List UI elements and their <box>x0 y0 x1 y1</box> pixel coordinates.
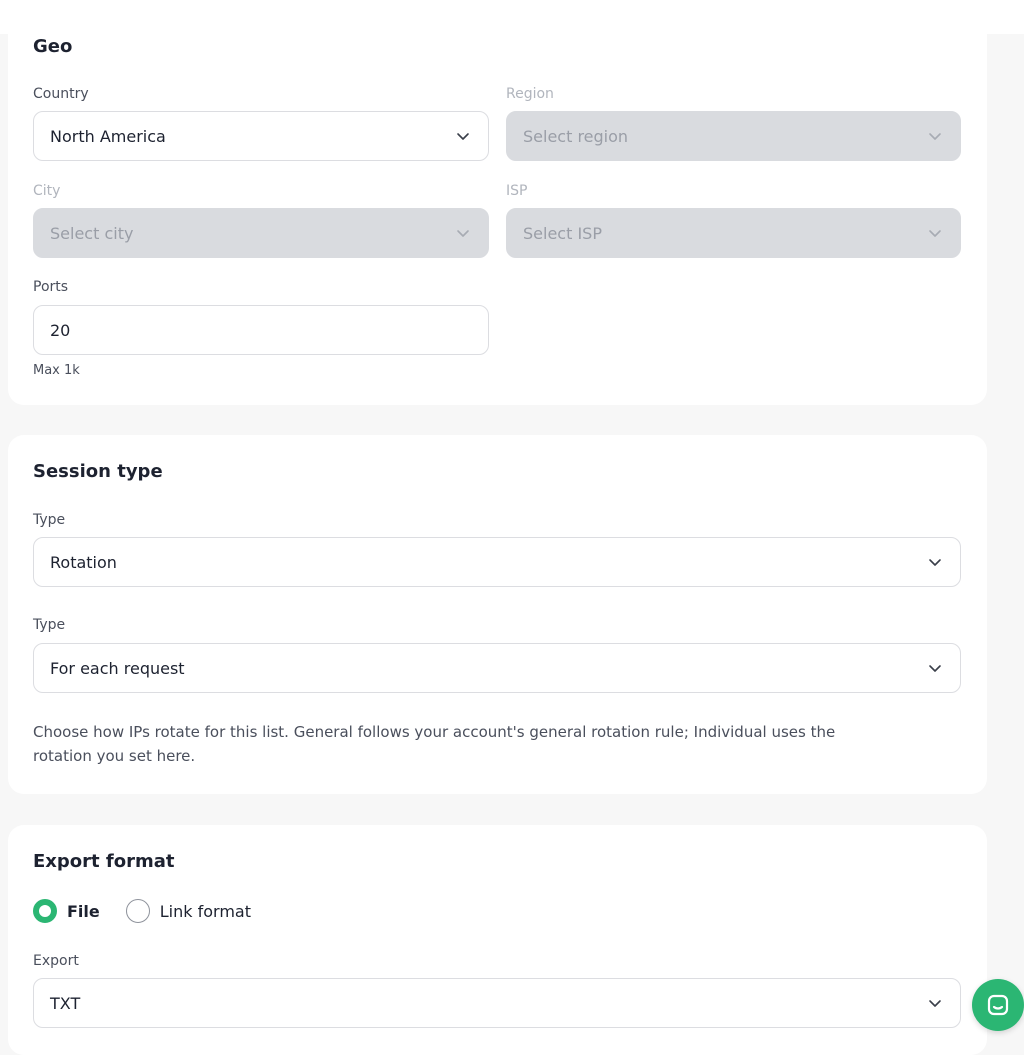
chat-icon <box>987 994 1009 1016</box>
session-title: Session type <box>33 461 163 482</box>
region-select[interactable]: Select region <box>506 111 961 161</box>
chevron-down-icon <box>929 133 941 140</box>
country-value: North America <box>50 126 166 146</box>
isp-label: ISP <box>506 183 528 199</box>
region-placeholder: Select region <box>523 126 629 146</box>
radio-selected-icon <box>33 899 57 923</box>
type-label-2: Type <box>33 617 66 633</box>
radio-file-label: File <box>67 901 100 921</box>
city-select[interactable]: Select city <box>33 208 489 258</box>
rotation-interval-select[interactable]: For each request <box>33 643 961 693</box>
rotation-type-value: Rotation <box>50 552 117 572</box>
export-select[interactable]: TXT <box>33 978 961 1028</box>
radio-unselected-icon <box>125 899 150 923</box>
ports-input-box <box>33 305 489 355</box>
rotation-description: Choose how IPs rotate for this list. Gen… <box>33 723 836 765</box>
country-label: Country <box>33 86 89 102</box>
ports-label: Ports <box>33 279 69 295</box>
isp-placeholder: Select ISP <box>523 223 602 243</box>
chevron-down-icon <box>929 1000 941 1007</box>
geo-title: Geo <box>33 36 73 57</box>
country-select[interactable]: North America <box>33 111 489 161</box>
ports-input[interactable] <box>50 320 472 340</box>
chevron-down-icon <box>929 230 941 237</box>
city-label: City <box>33 183 61 199</box>
city-placeholder: Select city <box>50 223 134 243</box>
chevron-down-icon <box>457 133 469 140</box>
isp-select[interactable]: Select ISP <box>506 208 961 258</box>
export-format-radio-group: File Link format <box>33 899 277 923</box>
type-label: Type <box>33 512 66 528</box>
export-label: Export <box>33 953 79 969</box>
radio-link-format-label: Link format <box>159 901 251 921</box>
rotation-interval-value: For each request <box>50 658 185 678</box>
rotation-type-select[interactable]: Rotation <box>33 537 961 587</box>
chevron-down-icon <box>929 559 941 566</box>
chevron-down-icon <box>457 230 469 237</box>
ports-hint: Max 1k <box>33 363 80 378</box>
session-type-card: Session type Type Rotation Type For each… <box>8 435 987 794</box>
export-format-card: Export format File Link format Export TX… <box>8 825 987 1055</box>
radio-link-format[interactable]: Link format <box>125 899 251 923</box>
export-value: TXT <box>50 993 81 1013</box>
radio-file[interactable]: File <box>33 899 100 923</box>
chevron-down-icon <box>929 665 941 672</box>
region-label: Region <box>506 86 554 102</box>
chat-button[interactable] <box>972 979 1024 1031</box>
geo-card: Geo Country North America Region Select … <box>8 0 987 405</box>
export-title: Export format <box>33 851 175 872</box>
